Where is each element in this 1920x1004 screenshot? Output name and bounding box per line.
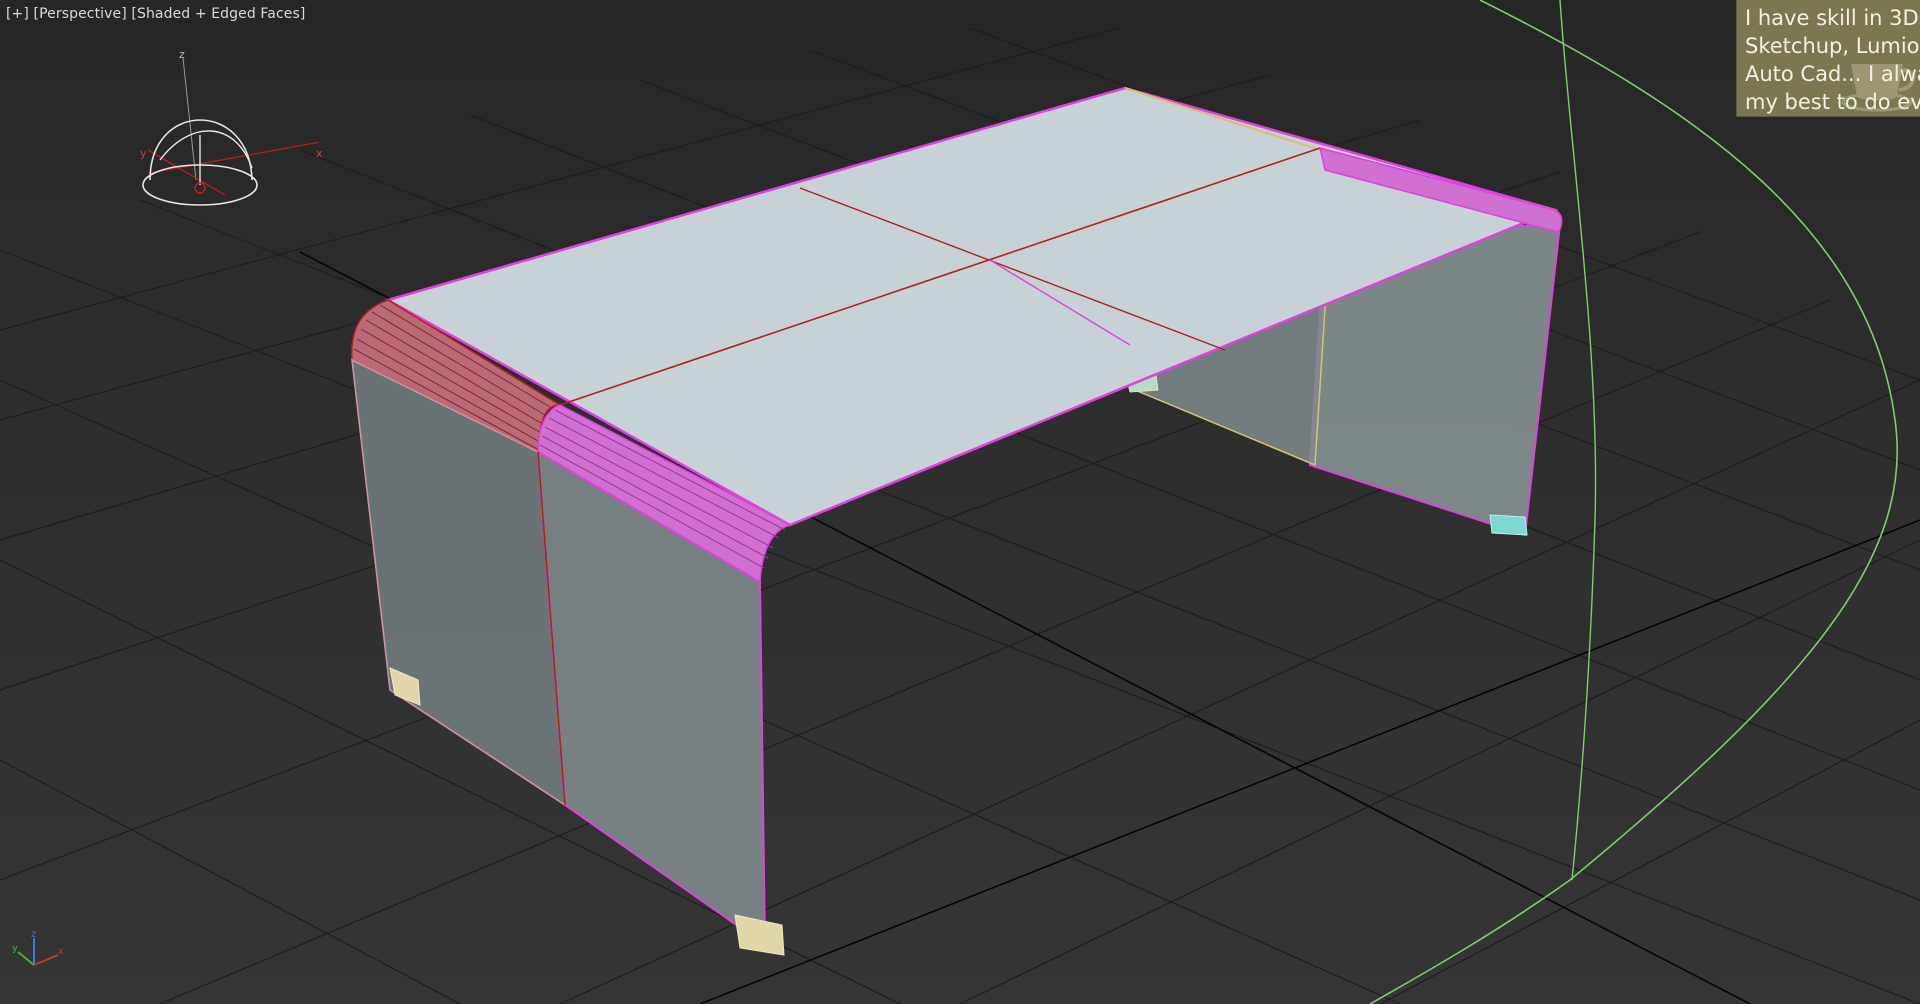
- table-foot-front-right[interactable]: [734, 914, 785, 956]
- tripod-z-label: z: [31, 929, 36, 940]
- note-line: I have skill in 3Dsmax: [1745, 6, 1920, 30]
- green-guide-arc-inner: [1559, 0, 1597, 881]
- viewport-point-of-view-menu[interactable]: [Perspective]: [34, 6, 127, 22]
- note-line: Sketchup, Lumion 3: [1745, 34, 1920, 58]
- table-foot-back-right[interactable]: [1489, 514, 1528, 536]
- gizmo-axis-y-label: y: [140, 147, 147, 160]
- tripod-y-label: y: [12, 943, 18, 954]
- overlay-note: I have skill in 3Dsmax Sketchup, Lumion …: [1736, 0, 1920, 117]
- viewport-general-menu[interactable]: [+]: [6, 6, 29, 22]
- viewcube-compass-gizmo[interactable]: z y x: [140, 48, 323, 206]
- note-text: I have skill in 3Dsmax Sketchup, Lumion …: [1745, 4, 1920, 116]
- gizmo-axis-z-label: z: [179, 48, 185, 61]
- tripod-x-label: x: [58, 946, 64, 957]
- viewport-perspective[interactable]: z y x z y x [+] [Perspective] [Shaded + …: [0, 0, 1920, 1004]
- world-axis-tripod-icon: z y x: [12, 929, 64, 966]
- viewport-shading-menu[interactable]: [Shaded + Edged Faces]: [131, 6, 305, 22]
- note-line: Auto Cad... I always: [1745, 62, 1920, 86]
- gizmo-axis-x-label: x: [316, 147, 323, 160]
- scene-canvas[interactable]: z y x z y x: [0, 0, 1920, 1004]
- viewport-label-menu: [+] [Perspective] [Shaded + Edged Faces]: [6, 6, 305, 22]
- note-line: my best to do every: [1745, 90, 1920, 114]
